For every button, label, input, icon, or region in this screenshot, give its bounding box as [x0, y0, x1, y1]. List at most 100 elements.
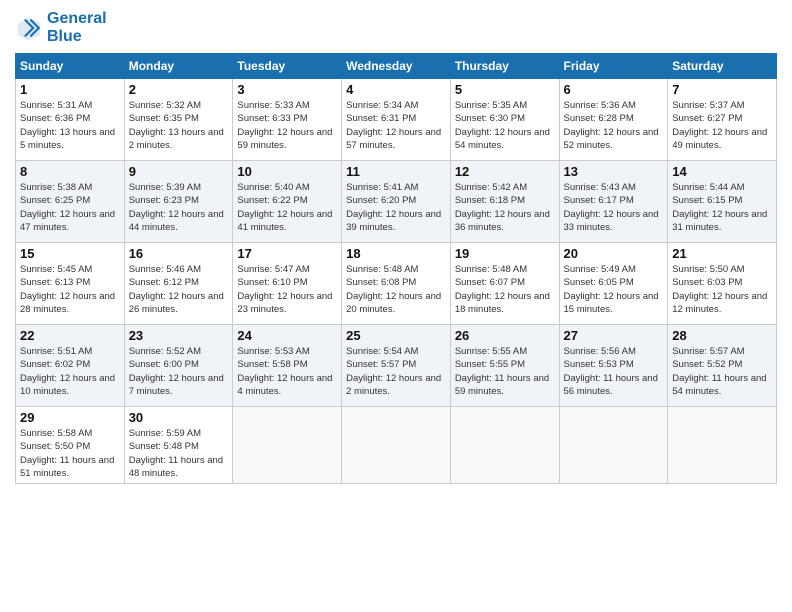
- calendar-cell: 7 Sunrise: 5:37 AMSunset: 6:27 PMDaylight…: [668, 79, 777, 161]
- day-detail: Sunrise: 5:53 AMSunset: 5:58 PMDaylight:…: [237, 345, 337, 398]
- calendar-cell: 6 Sunrise: 5:36 AMSunset: 6:28 PMDaylight…: [559, 79, 668, 161]
- calendar-cell: [450, 407, 559, 484]
- weekday-header: Tuesday: [233, 54, 342, 79]
- day-number: 13: [564, 164, 664, 179]
- day-number: 14: [672, 164, 772, 179]
- day-number: 27: [564, 328, 664, 343]
- day-detail: Sunrise: 5:52 AMSunset: 6:00 PMDaylight:…: [129, 345, 229, 398]
- weekday-header: Monday: [124, 54, 233, 79]
- day-detail: Sunrise: 5:37 AMSunset: 6:27 PMDaylight:…: [672, 99, 772, 152]
- calendar-cell: [342, 407, 451, 484]
- day-detail: Sunrise: 5:59 AMSunset: 5:48 PMDaylight:…: [129, 427, 229, 480]
- day-number: 26: [455, 328, 555, 343]
- day-detail: Sunrise: 5:35 AMSunset: 6:30 PMDaylight:…: [455, 99, 555, 152]
- weekday-header: Saturday: [668, 54, 777, 79]
- day-number: 3: [237, 82, 337, 97]
- day-number: 7: [672, 82, 772, 97]
- logo-text: General Blue: [47, 10, 107, 45]
- day-number: 18: [346, 246, 446, 261]
- day-detail: Sunrise: 5:48 AMSunset: 6:08 PMDaylight:…: [346, 263, 446, 316]
- day-detail: Sunrise: 5:34 AMSunset: 6:31 PMDaylight:…: [346, 99, 446, 152]
- calendar-week-row: 15 Sunrise: 5:45 AMSunset: 6:13 PMDayligh…: [16, 243, 777, 325]
- calendar-week-row: 1 Sunrise: 5:31 AMSunset: 6:36 PMDaylight…: [16, 79, 777, 161]
- day-number: 21: [672, 246, 772, 261]
- day-number: 11: [346, 164, 446, 179]
- day-number: 12: [455, 164, 555, 179]
- calendar-table: SundayMondayTuesdayWednesdayThursdayFrid…: [15, 53, 777, 484]
- day-detail: Sunrise: 5:40 AMSunset: 6:22 PMDaylight:…: [237, 181, 337, 234]
- weekday-header: Sunday: [16, 54, 125, 79]
- day-detail: Sunrise: 5:58 AMSunset: 5:50 PMDaylight:…: [20, 427, 120, 480]
- day-number: 2: [129, 82, 229, 97]
- day-detail: Sunrise: 5:36 AMSunset: 6:28 PMDaylight:…: [564, 99, 664, 152]
- day-detail: Sunrise: 5:45 AMSunset: 6:13 PMDaylight:…: [20, 263, 120, 316]
- day-detail: Sunrise: 5:49 AMSunset: 6:05 PMDaylight:…: [564, 263, 664, 316]
- day-number: 24: [237, 328, 337, 343]
- calendar-week-row: 29 Sunrise: 5:58 AMSunset: 5:50 PMDayligh…: [16, 407, 777, 484]
- day-number: 1: [20, 82, 120, 97]
- calendar-cell: 9 Sunrise: 5:39 AMSunset: 6:23 PMDaylight…: [124, 161, 233, 243]
- weekday-header: Thursday: [450, 54, 559, 79]
- day-number: 20: [564, 246, 664, 261]
- day-detail: Sunrise: 5:57 AMSunset: 5:52 PMDaylight:…: [672, 345, 772, 398]
- day-detail: Sunrise: 5:56 AMSunset: 5:53 PMDaylight:…: [564, 345, 664, 398]
- calendar-cell: 16Sunrise: 5:46 AMSunset: 6:12 PMDayligh…: [124, 243, 233, 325]
- calendar-cell: 29 Sunrise: 5:58 AMSunset: 5:50 PMDayligh…: [16, 407, 125, 484]
- day-number: 28: [672, 328, 772, 343]
- weekday-header: Wednesday: [342, 54, 451, 79]
- day-number: 5: [455, 82, 555, 97]
- calendar-cell: 2 Sunrise: 5:32 AMSunset: 6:35 PMDaylight…: [124, 79, 233, 161]
- calendar-cell: 13 Sunrise: 5:43 AMSunset: 6:17 PMDayligh…: [559, 161, 668, 243]
- day-detail: Sunrise: 5:44 AMSunset: 6:15 PMDaylight:…: [672, 181, 772, 234]
- calendar-cell: [559, 407, 668, 484]
- day-number: 8: [20, 164, 120, 179]
- weekday-header: Friday: [559, 54, 668, 79]
- day-detail: Sunrise: 5:31 AMSunset: 6:36 PMDaylight:…: [20, 99, 120, 152]
- day-detail: Sunrise: 5:50 AMSunset: 6:03 PMDaylight:…: [672, 263, 772, 316]
- calendar-cell: 21 Sunrise: 5:50 AMSunset: 6:03 PMDayligh…: [668, 243, 777, 325]
- day-number: 29: [20, 410, 120, 425]
- day-number: 4: [346, 82, 446, 97]
- day-detail: Sunrise: 5:55 AMSunset: 5:55 PMDaylight:…: [455, 345, 555, 398]
- day-detail: Sunrise: 5:51 AMSunset: 6:02 PMDaylight:…: [20, 345, 120, 398]
- calendar-cell: 11 Sunrise: 5:41 AMSunset: 6:20 PMDayligh…: [342, 161, 451, 243]
- day-number: 6: [564, 82, 664, 97]
- calendar-cell: 27 Sunrise: 5:56 AMSunset: 5:53 PMDayligh…: [559, 325, 668, 407]
- day-number: 15: [20, 246, 120, 261]
- day-detail: Sunrise: 5:32 AMSunset: 6:35 PMDaylight:…: [129, 99, 229, 152]
- calendar-cell: 10 Sunrise: 5:40 AMSunset: 6:22 PMDayligh…: [233, 161, 342, 243]
- calendar-cell: [233, 407, 342, 484]
- day-detail: Sunrise: 5:48 AMSunset: 6:07 PMDaylight:…: [455, 263, 555, 316]
- calendar-week-row: 8 Sunrise: 5:38 AMSunset: 6:25 PMDaylight…: [16, 161, 777, 243]
- day-number: 22: [20, 328, 120, 343]
- calendar-cell: 30 Sunrise: 5:59 AMSunset: 5:48 PMDayligh…: [124, 407, 233, 484]
- calendar-cell: 20 Sunrise: 5:49 AMSunset: 6:05 PMDayligh…: [559, 243, 668, 325]
- day-number: 19: [455, 246, 555, 261]
- calendar-cell: 1 Sunrise: 5:31 AMSunset: 6:36 PMDaylight…: [16, 79, 125, 161]
- day-detail: Sunrise: 5:54 AMSunset: 5:57 PMDaylight:…: [346, 345, 446, 398]
- calendar-cell: 15 Sunrise: 5:45 AMSunset: 6:13 PMDayligh…: [16, 243, 125, 325]
- calendar-cell: 3 Sunrise: 5:33 AMSunset: 6:33 PMDaylight…: [233, 79, 342, 161]
- day-detail: Sunrise: 5:38 AMSunset: 6:25 PMDaylight:…: [20, 181, 120, 234]
- day-detail: Sunrise: 5:46 AMSunset: 6:12 PMDaylight:…: [129, 263, 229, 316]
- calendar-cell: 28 Sunrise: 5:57 AMSunset: 5:52 PMDayligh…: [668, 325, 777, 407]
- page-container: General Blue SundayMondayTuesdayWednesda…: [0, 0, 792, 494]
- calendar-cell: 22 Sunrise: 5:51 AMSunset: 6:02 PMDayligh…: [16, 325, 125, 407]
- logo-icon: [15, 14, 43, 42]
- calendar-cell: 4 Sunrise: 5:34 AMSunset: 6:31 PMDaylight…: [342, 79, 451, 161]
- calendar-cell: 18 Sunrise: 5:48 AMSunset: 6:08 PMDayligh…: [342, 243, 451, 325]
- day-detail: Sunrise: 5:39 AMSunset: 6:23 PMDaylight:…: [129, 181, 229, 234]
- day-detail: Sunrise: 5:41 AMSunset: 6:20 PMDaylight:…: [346, 181, 446, 234]
- logo: General Blue: [15, 10, 107, 45]
- calendar-cell: 26 Sunrise: 5:55 AMSunset: 5:55 PMDayligh…: [450, 325, 559, 407]
- calendar-cell: 12Sunrise: 5:42 AMSunset: 6:18 PMDayligh…: [450, 161, 559, 243]
- calendar-cell: 14 Sunrise: 5:44 AMSunset: 6:15 PMDayligh…: [668, 161, 777, 243]
- day-number: 10: [237, 164, 337, 179]
- day-detail: Sunrise: 5:33 AMSunset: 6:33 PMDaylight:…: [237, 99, 337, 152]
- day-detail: Sunrise: 5:43 AMSunset: 6:17 PMDaylight:…: [564, 181, 664, 234]
- day-number: 30: [129, 410, 229, 425]
- day-number: 9: [129, 164, 229, 179]
- calendar-cell: 23Sunrise: 5:52 AMSunset: 6:00 PMDayligh…: [124, 325, 233, 407]
- calendar-cell: 25Sunrise: 5:54 AMSunset: 5:57 PMDayligh…: [342, 325, 451, 407]
- calendar-cell: [668, 407, 777, 484]
